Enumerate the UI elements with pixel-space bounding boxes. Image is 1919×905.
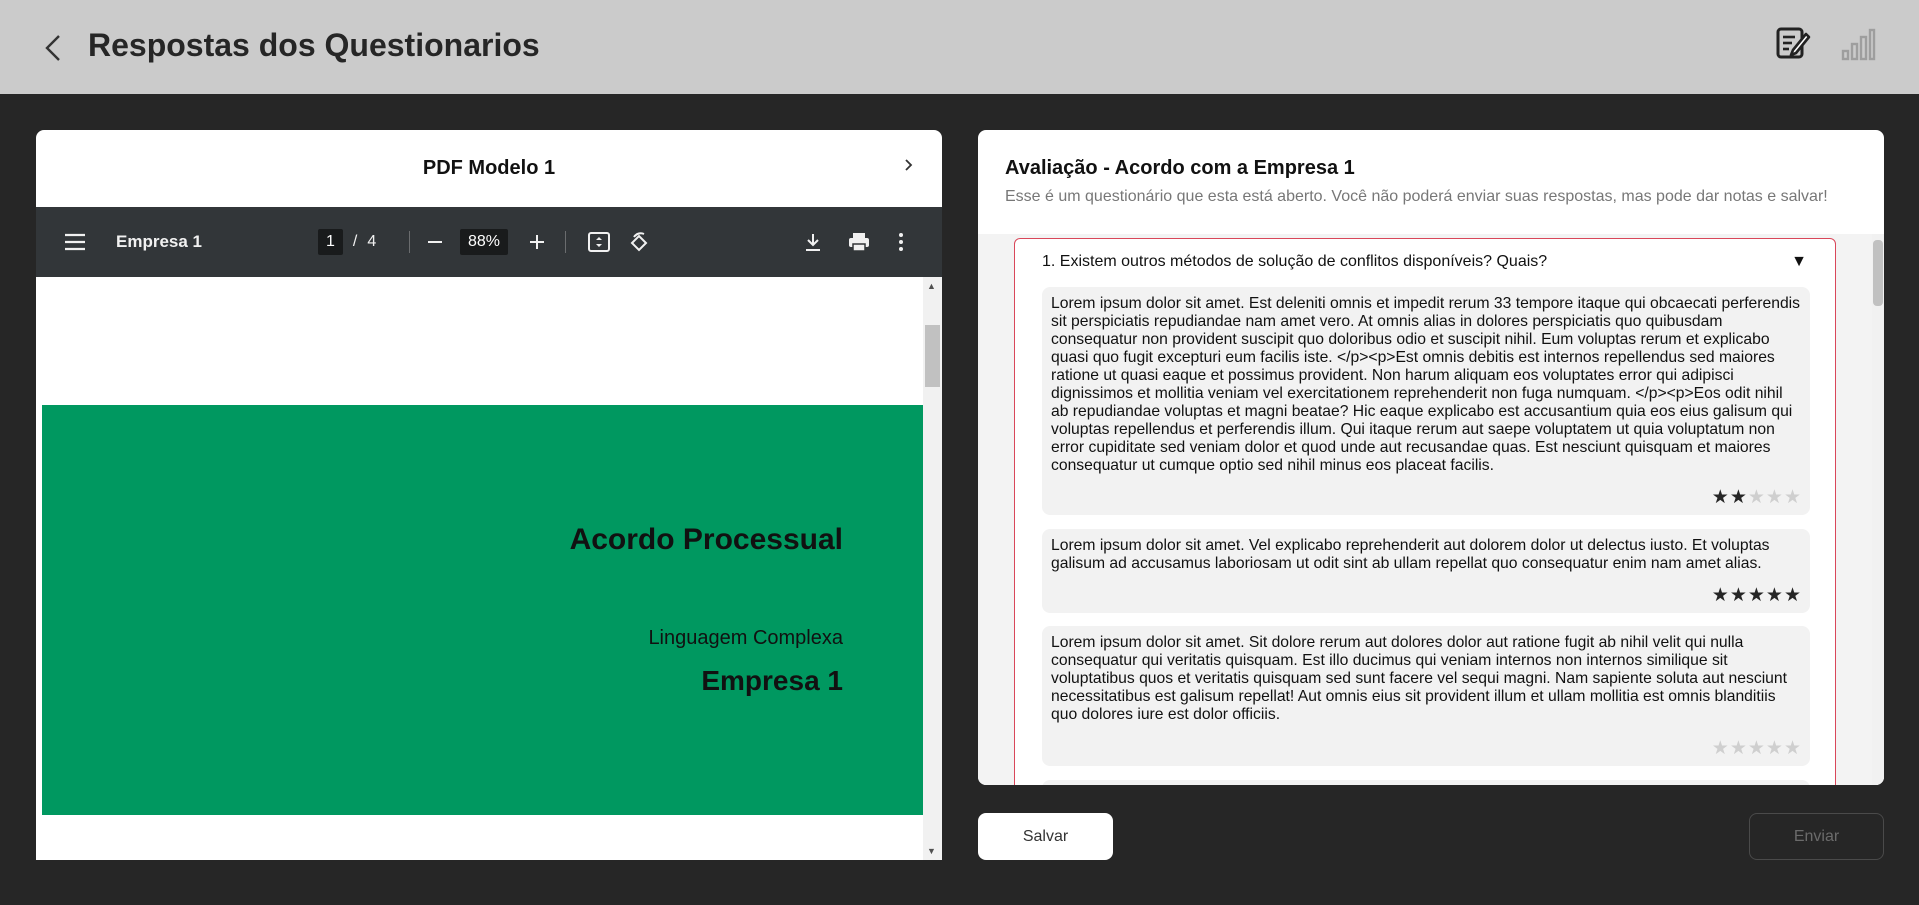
toolbar-divider xyxy=(409,231,410,253)
answer-text: Lorem ipsum dolor sit amet. Vel explicab… xyxy=(1051,537,1770,572)
fit-page-icon[interactable] xyxy=(588,207,610,277)
pdf-viewer-toolbar: Empresa 1 1 / 4 88% xyxy=(36,207,942,277)
pdf-panel-header: PDF Modelo 1 xyxy=(36,130,942,207)
star-icon[interactable]: ★ xyxy=(1784,738,1802,759)
zoom-in-icon[interactable] xyxy=(528,207,546,277)
star-rating[interactable]: ★★★★★ xyxy=(1712,737,1802,760)
pdf-subtitle: Linguagem Complexa xyxy=(648,627,843,649)
star-icon[interactable]: ★ xyxy=(1730,738,1748,759)
more-options-icon[interactable] xyxy=(898,207,904,277)
answer-item: Lorem ipsum dolor sit amet. Vel explicab… xyxy=(1042,529,1810,613)
edit-document-icon[interactable] xyxy=(1773,24,1813,64)
pdf-heading: Acordo Processual xyxy=(569,523,843,556)
page-title: Respostas dos Questionarios xyxy=(88,27,540,63)
print-icon[interactable] xyxy=(848,207,870,277)
collapse-triangle-icon[interactable]: ▼ xyxy=(1791,253,1807,271)
star-icon[interactable]: ★ xyxy=(1784,487,1802,508)
question-text: 1. Existem outros métodos de solução de … xyxy=(1042,253,1548,270)
pdf-page: Acordo Processual Linguagem Complexa Emp… xyxy=(42,277,923,860)
pdf-company: Empresa 1 xyxy=(701,665,843,696)
chevron-right-icon[interactable] xyxy=(902,154,916,182)
scrollbar-thumb[interactable] xyxy=(1873,240,1883,306)
menu-icon[interactable] xyxy=(64,207,86,277)
pdf-document-name: Empresa 1 xyxy=(116,232,202,251)
pdf-scrollbar[interactable]: ▲ ▼ xyxy=(923,277,942,860)
pdf-panel: PDF Modelo 1 Empresa 1 1 / 4 88% Acordo … xyxy=(36,130,942,860)
answer-item xyxy=(1042,780,1810,785)
star-icon[interactable]: ★ xyxy=(1784,585,1802,606)
total-pages: 4 xyxy=(367,233,377,250)
star-icon[interactable]: ★ xyxy=(1766,487,1784,508)
toolbar-divider xyxy=(565,231,566,253)
bar-chart-icon[interactable] xyxy=(1837,24,1877,64)
star-icon[interactable]: ★ xyxy=(1748,487,1766,508)
star-icon[interactable]: ★ xyxy=(1766,738,1784,759)
questionnaire-scrollbar[interactable] xyxy=(1872,234,1884,785)
star-rating[interactable]: ★★★★★ xyxy=(1712,486,1802,509)
questionnaire-panel: Avaliação - Acordo com a Empresa 1 Esse … xyxy=(978,130,1884,785)
star-rating[interactable]: ★★★★★ xyxy=(1712,584,1802,607)
page-number-input[interactable]: 1 xyxy=(318,229,343,255)
scrollbar-thumb[interactable] xyxy=(925,325,940,387)
star-icon[interactable]: ★ xyxy=(1748,738,1766,759)
answer-text: Lorem ipsum dolor sit amet. Sit dolore r… xyxy=(1051,634,1787,723)
star-icon[interactable]: ★ xyxy=(1712,487,1730,508)
send-button[interactable]: Enviar xyxy=(1749,813,1884,860)
star-icon[interactable]: ★ xyxy=(1748,585,1766,606)
star-icon[interactable]: ★ xyxy=(1766,585,1784,606)
star-icon[interactable]: ★ xyxy=(1712,738,1730,759)
questionnaire-title: Avaliação - Acordo com a Empresa 1 xyxy=(1005,157,1355,179)
zoom-level-input[interactable]: 88% xyxy=(460,229,509,255)
page-separator: / xyxy=(352,233,358,250)
pdf-cover-band: Acordo Processual Linguagem Complexa Emp… xyxy=(42,405,923,815)
pdf-viewport[interactable]: Acordo Processual Linguagem Complexa Emp… xyxy=(36,277,942,860)
answer-item: Lorem ipsum dolor sit amet. Sit dolore r… xyxy=(1042,626,1810,766)
pdf-title: PDF Modelo 1 xyxy=(422,157,556,179)
star-icon[interactable]: ★ xyxy=(1712,585,1730,606)
back-chevron-icon[interactable] xyxy=(40,28,68,68)
top-header: Respostas dos Questionarios xyxy=(0,0,1919,94)
star-icon[interactable]: ★ xyxy=(1730,487,1748,508)
questionnaire-body[interactable]: 1. Existem outros métodos de solução de … xyxy=(978,234,1884,785)
zoom-out-icon[interactable] xyxy=(426,207,444,277)
star-icon[interactable]: ★ xyxy=(1730,585,1748,606)
answer-text: Lorem ipsum dolor sit amet. Est deleniti… xyxy=(1051,295,1801,474)
scroll-up-icon[interactable]: ▲ xyxy=(927,281,936,291)
download-icon[interactable] xyxy=(804,207,822,277)
questionnaire-description: Esse é um questionário que esta está abe… xyxy=(1005,188,1828,205)
scroll-down-icon[interactable]: ▼ xyxy=(927,846,936,856)
question-card: 1. Existem outros métodos de solução de … xyxy=(1014,238,1836,785)
rotate-icon[interactable] xyxy=(628,207,650,277)
save-button[interactable]: Salvar xyxy=(978,813,1113,860)
answer-item: Lorem ipsum dolor sit amet. Est deleniti… xyxy=(1042,287,1810,515)
